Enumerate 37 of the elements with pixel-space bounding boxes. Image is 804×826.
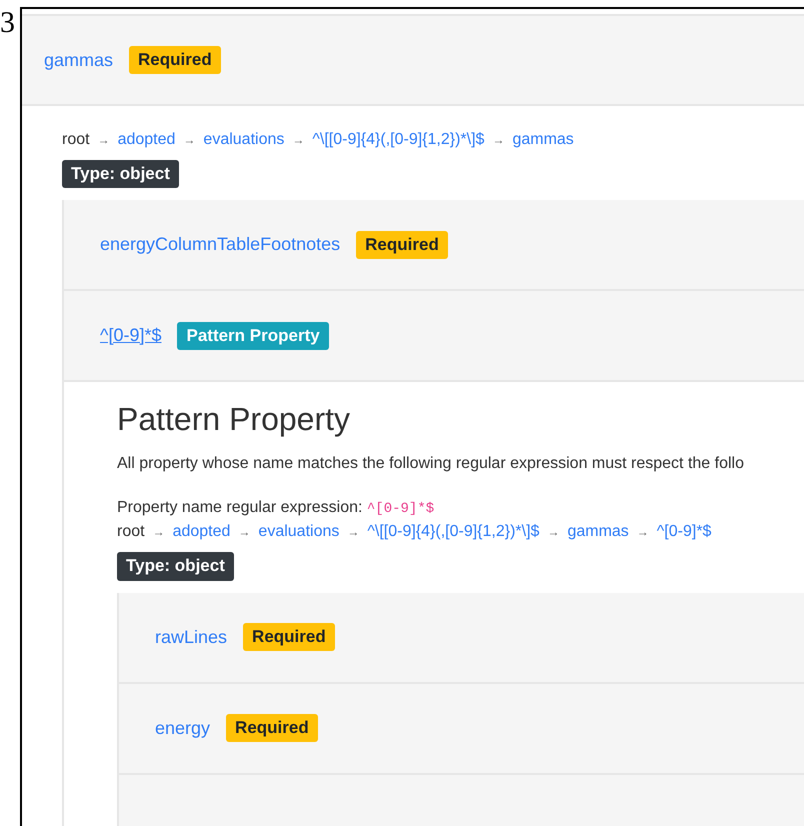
- breadcrumb-link[interactable]: evaluations: [258, 520, 340, 544]
- breadcrumb-separator: →: [183, 132, 196, 149]
- breadcrumb-link[interactable]: gammas: [567, 520, 629, 544]
- property-link[interactable]: energy: [155, 714, 210, 742]
- pattern-property-badge: Pattern Property: [177, 322, 329, 350]
- breadcrumb-separator: →: [636, 524, 649, 542]
- breadcrumb-link[interactable]: ^\[[0-9]{4}(,[0-9]{1,2})*\]$: [312, 128, 484, 152]
- description-text: All property whose name matches the following regular expression must respect the follo: [117, 454, 745, 474]
- figure-label: 3: [0, 8, 15, 38]
- property-link[interactable]: energyColumnTableFootnotes: [100, 231, 340, 258]
- breadcrumb-link[interactable]: ^\[[0-9]{4}(,[0-9]{1,2})*\]$: [367, 520, 540, 544]
- breadcrumb-separator: →: [238, 524, 250, 542]
- breadcrumb-separator: →: [347, 524, 360, 542]
- breadcrumb-separator: →: [98, 132, 110, 149]
- breadcrumb-link[interactable]: gammas: [512, 128, 574, 152]
- type-badge: Type: object: [117, 552, 234, 581]
- breadcrumb-text: root: [62, 130, 90, 150]
- property-link[interactable]: gammas: [44, 46, 114, 74]
- type-badge: Type: object: [62, 160, 179, 188]
- property-link[interactable]: ^[0-9]*$: [100, 322, 162, 350]
- regex-code: ^[0-9]*$: [366, 501, 434, 518]
- breadcrumb-link[interactable]: adopted: [172, 520, 230, 544]
- breadcrumb-separator: →: [492, 132, 504, 149]
- breadcrumb-link[interactable]: evaluations: [203, 128, 284, 152]
- breadcrumb-separator: →: [547, 524, 560, 542]
- required-badge: Required: [243, 623, 335, 652]
- required-badge: Required: [129, 46, 221, 74]
- breadcrumb-link[interactable]: adopted: [118, 128, 176, 152]
- breadcrumb-separator: →: [152, 524, 165, 542]
- breadcrumb-text: root: [117, 522, 145, 542]
- regex-label: Property name regular expression:: [117, 499, 364, 516]
- breadcrumb-separator: →: [292, 132, 304, 149]
- required-badge: Required: [226, 714, 318, 742]
- section-heading: Pattern Property: [117, 400, 351, 438]
- required-badge: Required: [356, 230, 448, 259]
- breadcrumb-link[interactable]: ^[0-9]*$: [656, 520, 712, 544]
- property-link[interactable]: rawLines: [155, 624, 228, 651]
